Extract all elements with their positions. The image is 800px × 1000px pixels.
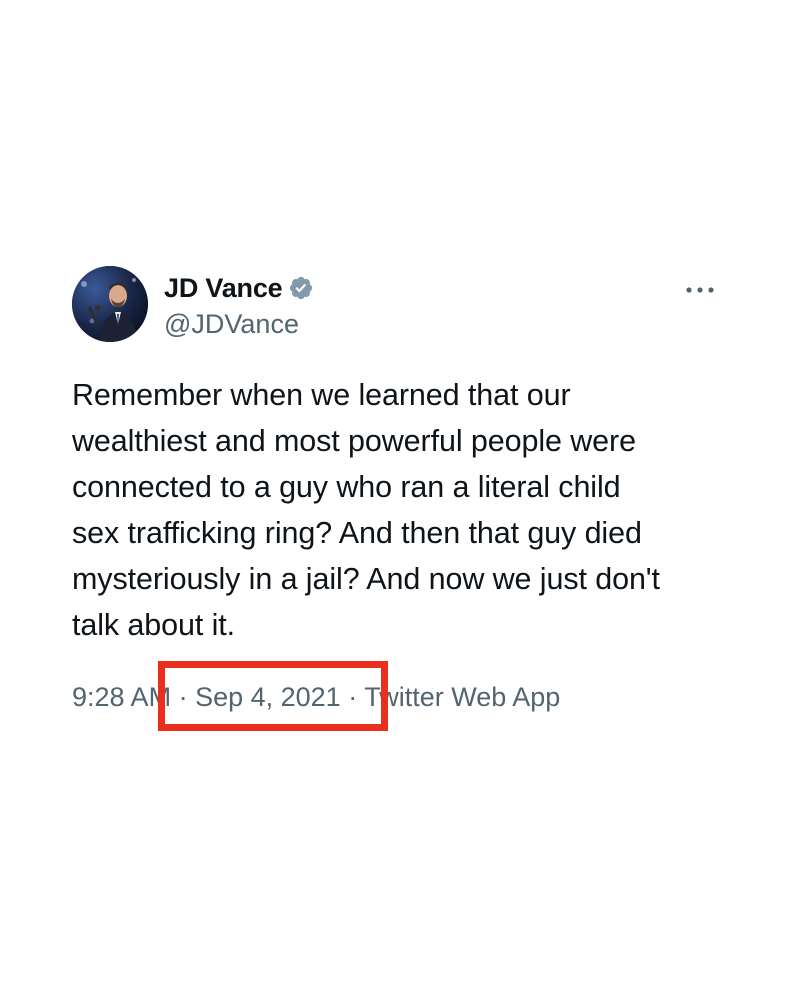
tweet-card: JD Vance @JDVance Remember when we learn… [72, 266, 732, 732]
more-options-icon[interactable] [680, 280, 720, 300]
author-handle[interactable]: @JDVance [164, 309, 314, 340]
meta-separator: · [340, 682, 365, 712]
tweet-source[interactable]: Twitter Web App [364, 682, 560, 712]
tweet-metadata: 9:28 AM · Sep 4, 2021 · Twitter Web App [72, 661, 732, 732]
verified-badge-icon [288, 275, 314, 301]
meta-separator: · [171, 682, 196, 712]
tweet-text: Remember when we learned that our wealth… [72, 378, 660, 642]
avatar-image [72, 266, 148, 342]
name-row: JD Vance [164, 270, 314, 306]
tweet-time[interactable]: 9:28 AM [72, 682, 171, 712]
avatar[interactable] [72, 266, 148, 342]
tweet-date[interactable]: Sep 4, 2021 [195, 682, 341, 712]
author-display-name[interactable]: JD Vance [164, 273, 283, 304]
tweet-header: JD Vance @JDVance [72, 266, 732, 348]
author-identity: JD Vance @JDVance [164, 270, 314, 340]
